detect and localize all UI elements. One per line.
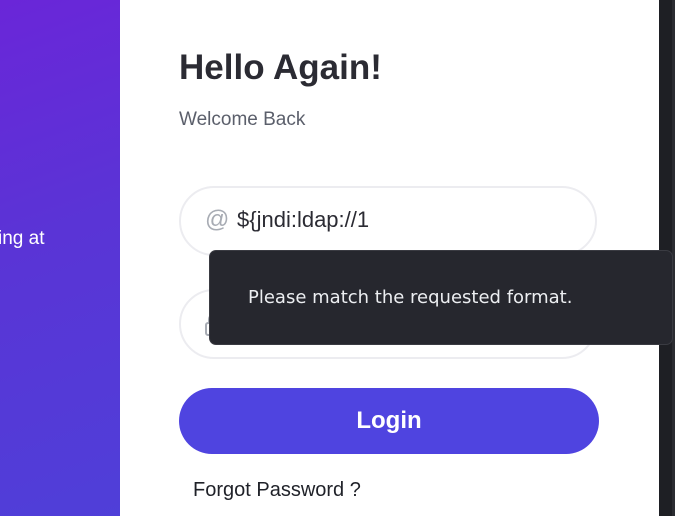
forgot-password-link[interactable]: Forgot Password ? — [193, 479, 361, 502]
branding-panel: ing at — [0, 0, 120, 516]
validation-tooltip: Please match the requested format. — [209, 250, 673, 345]
validation-message: Please match the requested format. — [248, 287, 573, 308]
email-field[interactable] — [237, 202, 567, 238]
page-title: Hello Again! — [179, 48, 382, 87]
branding-text: ing at — [0, 228, 45, 249]
login-button[interactable]: Login — [179, 388, 599, 454]
email-field-container[interactable]: @ — [179, 186, 597, 256]
page-subtitle: Welcome Back — [179, 109, 306, 130]
at-icon: @ — [205, 206, 230, 233]
